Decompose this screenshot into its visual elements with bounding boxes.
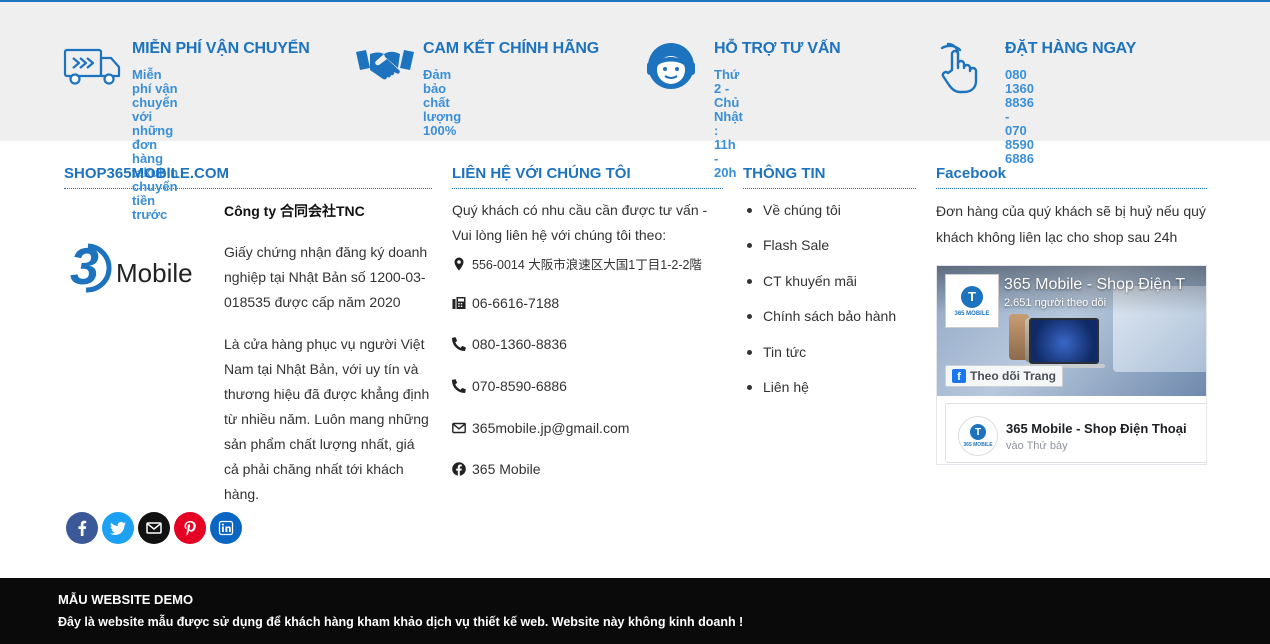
facebook-follow-button[interactable]: f Theo dõi Trang bbox=[945, 365, 1063, 387]
feature-title: HỖ TRỢ TƯ VẤN bbox=[714, 40, 841, 57]
company-logo[interactable]: 3 Mobile bbox=[68, 232, 208, 302]
info-link-news[interactable]: Tin tức bbox=[747, 341, 896, 376]
social-links bbox=[66, 512, 242, 544]
delivery-truck-icon bbox=[63, 48, 121, 85]
facebook-widget-text: Đơn hàng của quý khách sẽ bị huỷ nếu quý… bbox=[936, 203, 1206, 245]
feature-title: MIỄN PHÍ VẬN CHUYỂN bbox=[132, 40, 310, 57]
facebook-post-card[interactable]: T 365 MOBILE 365 Mobile - Shop Điện Thoạ… bbox=[945, 403, 1206, 463]
pinterest-icon[interactable] bbox=[174, 512, 206, 544]
support-agent-icon bbox=[647, 43, 695, 89]
envelope-icon[interactable] bbox=[138, 512, 170, 544]
facebook-post-time[interactable]: vào Thứ bảy bbox=[1006, 440, 1068, 452]
demo-notice-text: Đây là website mẫu được sử dụng để khách… bbox=[58, 615, 744, 629]
info-link-about[interactable]: Về chúng tôi bbox=[747, 199, 896, 234]
company-registration-text: Giấy chứng nhận đăng ký doanh nghiệp tại… bbox=[224, 244, 428, 310]
twitter-icon[interactable] bbox=[102, 512, 134, 544]
contact-phone-2[interactable]: 070-8590-6886 bbox=[452, 378, 567, 394]
facebook-icon bbox=[452, 462, 466, 476]
contact-intro: Quý khách có nhu cầu cần được tư vấn - V… bbox=[452, 202, 708, 243]
svg-text:Mobile: Mobile bbox=[116, 258, 193, 288]
map-marker-icon bbox=[454, 257, 464, 270]
contact-widget-title: LIÊN HỆ VỚI CHÚNG TÔI bbox=[452, 165, 723, 189]
facebook-page-plugin[interactable]: T 365 MOBILE 365 Mobile - Shop Điện T 2.… bbox=[936, 265, 1207, 465]
phone-icon bbox=[452, 379, 466, 393]
phone-icon bbox=[452, 337, 466, 351]
handshake-icon bbox=[356, 50, 414, 80]
feature-desc: 080 1360 8836 - 070 8590 6886 bbox=[1005, 67, 1034, 166]
feature-desc: Miễn phí vận chuyển với những đơn hàng t… bbox=[132, 67, 179, 222]
hand-pointer-icon bbox=[940, 42, 978, 94]
contact-phone-1[interactable]: 080-1360-8836 bbox=[452, 336, 567, 352]
facebook-post-author[interactable]: 365 Mobile - Shop Điện Thoại bbox=[1006, 421, 1187, 436]
feature-title: CAM KẾT CHÍNH HÃNG bbox=[423, 40, 599, 57]
demo-notice-title: MẪU WEBSITE DEMO bbox=[58, 592, 194, 607]
info-links: Về chúng tôi Flash Sale CT khuyến mãi Ch… bbox=[747, 199, 896, 411]
company-widget-title: SHOP365MOBILE.COM bbox=[64, 165, 432, 189]
facebook-post-avatar[interactable]: T 365 MOBILE bbox=[958, 416, 998, 456]
footer-bottom-bar: MẪU WEBSITE DEMO Đây là website mẫu được… bbox=[0, 578, 1270, 644]
feature-desc: Đảm bảo chất lượng 100% bbox=[423, 67, 462, 138]
facebook-icon: f bbox=[952, 369, 966, 383]
feature-title: ĐẶT HÀNG NGAY bbox=[1005, 40, 1137, 57]
info-link-warranty[interactable]: Chính sách bảo hành bbox=[747, 305, 896, 340]
contact-address: 556-0014 大阪市浪速区大国1丁目1-2-2階 bbox=[452, 254, 702, 273]
fax-icon bbox=[452, 297, 466, 309]
envelope-icon bbox=[452, 422, 466, 434]
contact-facebook[interactable]: 365 Mobile bbox=[452, 461, 541, 477]
info-widget-title: THÔNG TIN bbox=[743, 165, 916, 189]
company-description: Là cửa hàng phục vụ người Việt Nam tại N… bbox=[224, 336, 430, 502]
info-link-flash-sale[interactable]: Flash Sale bbox=[747, 234, 896, 269]
facebook-widget-title: Facebook bbox=[936, 165, 1207, 189]
facebook-follower-count: 2.651 người theo dõi bbox=[1004, 297, 1107, 309]
facebook-icon[interactable] bbox=[66, 512, 98, 544]
facebook-page-avatar[interactable]: T 365 MOBILE bbox=[945, 274, 999, 328]
features-band: MIỄN PHÍ VẬN CHUYỂN Miễn phí vận chuyển … bbox=[0, 2, 1270, 222]
contact-email[interactable]: 365mobile.jp@gmail.com bbox=[452, 420, 629, 436]
facebook-page-name[interactable]: 365 Mobile - Shop Điện T bbox=[1004, 276, 1185, 294]
contact-fax: 06-6616-7188 bbox=[452, 295, 559, 311]
feature-desc: Thứ 2 - Chủ Nhật : 11h - 20h bbox=[714, 67, 743, 180]
company-name: Công ty 合同会社TNC bbox=[224, 203, 365, 219]
info-link-promotions[interactable]: CT khuyến mãi bbox=[747, 270, 896, 305]
linkedin-icon[interactable] bbox=[210, 512, 242, 544]
info-link-contact[interactable]: Liên hệ bbox=[747, 376, 896, 411]
